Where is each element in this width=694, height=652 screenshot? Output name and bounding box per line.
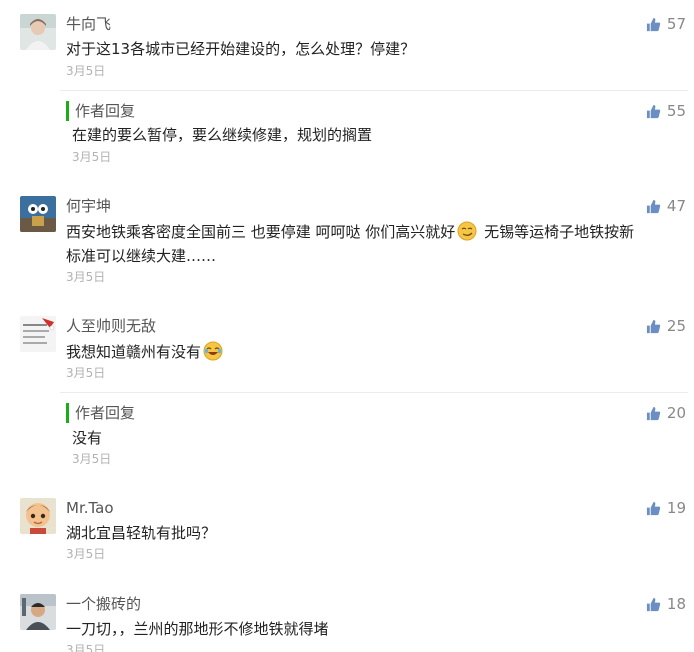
like-button[interactable]: 47 — [646, 196, 686, 216]
comment-text-line2: 标准可以继续大建…… — [66, 247, 217, 265]
comment-text-part: 我想知道赣州有没有 — [66, 343, 202, 361]
commenter-name[interactable]: 何宇坤 — [66, 196, 111, 216]
comment-date: 3月5日 — [66, 270, 106, 284]
reply-text: 没有 — [72, 429, 103, 447]
like-button[interactable]: 55 — [646, 101, 686, 121]
like-count: 25 — [666, 317, 686, 335]
like-button[interactable]: 19 — [646, 498, 686, 518]
like-count: 47 — [666, 197, 686, 215]
laugh-cry-emoji — [203, 341, 223, 361]
comment-text-part: 无锡等运椅子地铁按新 — [479, 223, 635, 241]
comment-list: 牛向飞 57 对于这13各城市已经开始建设的，怎么处理？停建？ 3月5日 作者回… — [0, 0, 694, 652]
comment-text: 我想知道赣州有没有 — [66, 340, 686, 364]
smirk-emoji — [457, 221, 477, 241]
author-reply-label: 作者回复 — [66, 403, 135, 423]
like-count: 18 — [666, 595, 686, 613]
thumbs-up-icon — [646, 104, 661, 118]
reply-text: 在建的要么暂停，要么继续修建，规划的搁置 — [72, 126, 373, 144]
thumbs-up-icon — [646, 199, 661, 213]
comment-text: 对于这13各城市已经开始建设的，怎么处理？停建？ — [66, 40, 416, 58]
thumbs-up-icon — [646, 17, 661, 31]
like-count: 19 — [666, 499, 686, 517]
avatar[interactable] — [20, 316, 56, 352]
like-button[interactable]: 25 — [646, 316, 686, 336]
avatar[interactable] — [20, 594, 56, 630]
avatar[interactable] — [20, 14, 56, 50]
thumbs-up-icon — [646, 501, 661, 515]
commenter-name[interactable]: 牛向飞 — [66, 14, 111, 34]
like-count: 57 — [666, 15, 686, 33]
comment-date: 3月5日 — [66, 366, 106, 380]
reply-date: 3月5日 — [72, 150, 112, 164]
comment-date: 3月5日 — [66, 547, 106, 561]
like-button[interactable]: 18 — [646, 594, 686, 614]
commenter-name[interactable]: Mr.Tao — [66, 498, 114, 518]
like-button[interactable]: 20 — [646, 403, 686, 423]
commenter-name[interactable]: 一个搬砖的 — [66, 594, 141, 614]
comment-text: 湖北宜昌轻轨有批吗？ — [66, 524, 217, 542]
comment-text: 一刀切，，兰州的那地形不修地铁就得堵 — [66, 620, 329, 638]
comment-date: 3月5日 — [66, 643, 106, 652]
author-reply-label: 作者回复 — [66, 101, 135, 121]
thumbs-up-icon — [646, 319, 661, 333]
reply-divider — [60, 90, 688, 91]
like-button[interactable]: 57 — [646, 14, 686, 34]
avatar[interactable] — [20, 498, 56, 534]
like-count: 55 — [666, 102, 686, 120]
reply-divider — [60, 392, 688, 393]
commenter-name[interactable]: 人至帅则无敌 — [66, 316, 156, 336]
comment-date: 3月5日 — [66, 64, 106, 78]
comment-text: 西安地铁乘客密度全国前三 也要停建 呵呵哒 你们高兴就好 无锡等运椅子地铁按新 — [66, 220, 686, 244]
like-count: 20 — [666, 404, 686, 422]
avatar[interactable] — [20, 196, 56, 232]
reply-date: 3月5日 — [72, 452, 112, 466]
comment-text-part: 西安地铁乘客密度全国前三 也要停建 呵呵哒 你们高兴就好 — [66, 223, 456, 241]
thumbs-up-icon — [646, 406, 661, 420]
thumbs-up-icon — [646, 597, 661, 611]
